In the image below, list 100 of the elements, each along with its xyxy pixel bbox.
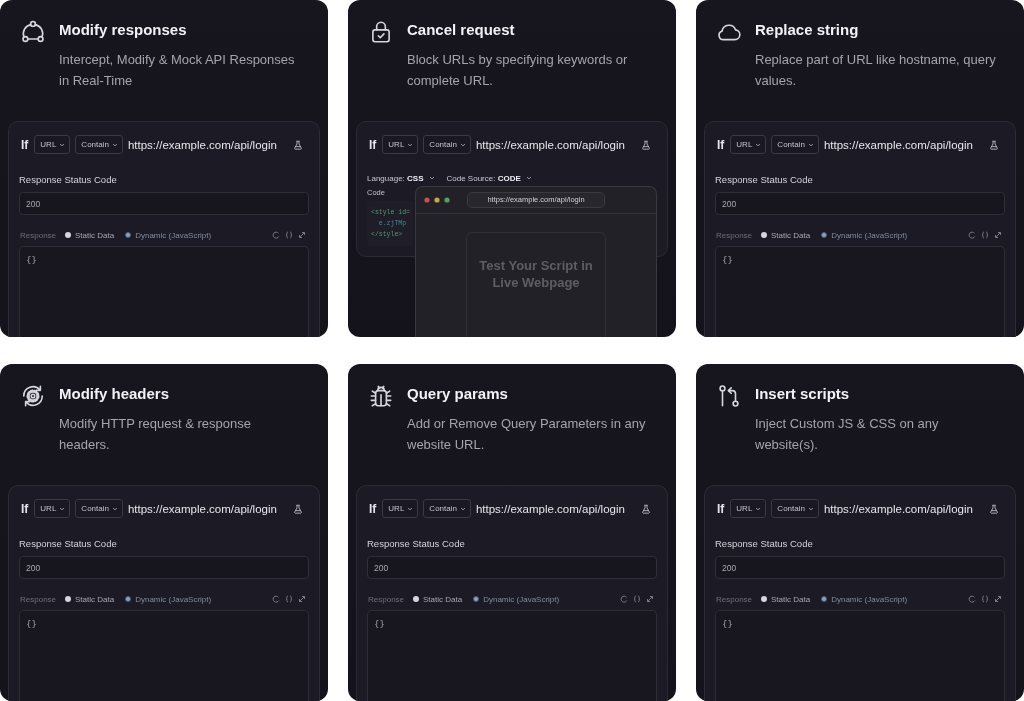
radio-option[interactable]: Static Data	[65, 230, 115, 240]
card-description: Add or Remove Query Parameters in any website URL.	[407, 415, 647, 454]
field-dropdown[interactable]: URL	[34, 135, 71, 154]
braces-icon[interactable]	[285, 595, 293, 603]
flask-icon[interactable]	[293, 503, 303, 514]
response-body-editor[interactable]: {}	[19, 610, 309, 701]
field-dropdown[interactable]: URL	[382, 499, 419, 518]
preview-message: Test Your Script in Live Webpage	[478, 257, 594, 291]
operator-dropdown[interactable]: Contain	[423, 499, 471, 518]
caret-icon	[755, 506, 762, 511]
card-description: Inject Custom JS & CSS on any website(s).	[755, 415, 940, 454]
flask-icon[interactable]	[989, 139, 999, 150]
radio-option[interactable]: Dynamic (JavaScript)	[125, 594, 212, 604]
card-description: Modify HTTP request & response headers.	[59, 415, 252, 454]
response-label: Response	[20, 594, 57, 604]
radio-option[interactable]: Dynamic (JavaScript)	[473, 594, 560, 604]
radio-option[interactable]: Static Data	[413, 594, 463, 604]
radio-option[interactable]: Static Data	[65, 594, 115, 604]
radio-option[interactable]: Dynamic (JavaScript)	[125, 230, 212, 240]
field-label: Response Status Code	[367, 538, 466, 550]
braces-icon[interactable]	[981, 231, 989, 239]
field-label: Response Status Code	[715, 538, 814, 550]
caret-icon	[459, 506, 466, 511]
code-source-dropdown[interactable]: Code Source: CODE	[446, 173, 532, 183]
nodes-circle-icon	[20, 19, 46, 45]
operator-dropdown[interactable]: Contain	[771, 135, 819, 154]
field-dropdown[interactable]: URL	[34, 499, 71, 518]
window-controls-icon	[424, 197, 450, 203]
reload-icon[interactable]	[272, 595, 280, 603]
flask-icon[interactable]	[641, 139, 651, 150]
if-label: If	[717, 137, 725, 152]
expand-icon[interactable]	[994, 231, 1002, 239]
status-code-input[interactable]: 200	[19, 556, 309, 579]
card-title: Cancel request	[407, 20, 515, 40]
url-input[interactable]: https://example.com/api/login	[127, 136, 286, 153]
reload-icon[interactable]	[620, 595, 628, 603]
braces-icon[interactable]	[633, 595, 641, 603]
caret-icon	[59, 142, 66, 147]
field-label: Response Status Code	[19, 538, 118, 550]
status-code-input[interactable]: 200	[715, 192, 1005, 215]
radio-option[interactable]: Dynamic (JavaScript)	[821, 594, 908, 604]
operator-dropdown[interactable]: Contain	[771, 499, 819, 518]
radio-option[interactable]: Static Data	[761, 594, 811, 604]
flask-icon[interactable]	[293, 139, 303, 150]
caret-icon	[407, 506, 414, 511]
operator-dropdown[interactable]: Contain	[75, 135, 123, 154]
url-input[interactable]: https://example.com/api/login	[127, 500, 286, 517]
reload-icon[interactable]	[272, 231, 280, 239]
if-label: If	[21, 501, 29, 516]
gear-arrows-icon	[20, 383, 46, 409]
expand-icon[interactable]	[646, 595, 654, 603]
url-input[interactable]: https://example.com/api/login	[823, 500, 982, 517]
radio-option[interactable]: Static Data	[761, 230, 811, 240]
braces-icon[interactable]	[285, 231, 293, 239]
flask-icon[interactable]	[641, 503, 651, 514]
caret-icon	[407, 142, 414, 147]
field-dropdown[interactable]: URL	[382, 135, 419, 154]
response-body-editor[interactable]: {}	[19, 246, 309, 337]
language-dropdown[interactable]: Language: CSS	[367, 173, 435, 183]
caret-icon	[111, 506, 118, 511]
url-input[interactable]: https://example.com/api/login	[475, 500, 634, 517]
status-code-input[interactable]: 200	[367, 556, 657, 579]
operator-dropdown[interactable]: Contain	[75, 499, 123, 518]
if-label: If	[21, 137, 29, 152]
card-description: Block URLs by specifying keywords or complete URL.	[407, 51, 629, 90]
card-title: Query params	[407, 384, 508, 404]
field-dropdown[interactable]: URL	[730, 135, 767, 154]
response-label: Response	[368, 594, 405, 604]
response-label: Response	[716, 230, 753, 240]
expand-icon[interactable]	[298, 231, 306, 239]
card-description: Replace part of URL like hostname, query values.	[755, 51, 997, 90]
if-label: If	[369, 137, 377, 152]
card-title: Insert scripts	[755, 384, 850, 404]
caret-icon	[459, 142, 466, 147]
flask-icon[interactable]	[989, 503, 999, 514]
branch-arrow-icon	[716, 383, 742, 409]
response-body-editor[interactable]: {}	[367, 610, 657, 701]
card-title: Modify responses	[59, 20, 187, 40]
caret-icon	[807, 142, 814, 147]
expand-icon[interactable]	[994, 595, 1002, 603]
field-label: Response Status Code	[19, 174, 118, 186]
expand-icon[interactable]	[298, 595, 306, 603]
url-input[interactable]: https://example.com/api/login	[823, 136, 982, 153]
card-title: Modify headers	[59, 384, 170, 404]
field-dropdown[interactable]: URL	[730, 499, 767, 518]
if-label: If	[369, 501, 377, 516]
reload-icon[interactable]	[968, 231, 976, 239]
radio-option[interactable]: Dynamic (JavaScript)	[821, 230, 908, 240]
url-input[interactable]: https://example.com/api/login	[475, 136, 634, 153]
operator-dropdown[interactable]: Contain	[423, 135, 471, 154]
response-body-editor[interactable]: {}	[715, 246, 1005, 337]
caret-icon	[111, 142, 118, 147]
caret-icon	[59, 506, 66, 511]
reload-icon[interactable]	[968, 595, 976, 603]
card-description: Intercept, Modify & Mock API Responses in Real-Time	[59, 51, 296, 90]
status-code-input[interactable]: 200	[19, 192, 309, 215]
response-body-editor[interactable]: {}	[715, 610, 1005, 701]
caret-icon	[525, 176, 532, 180]
braces-icon[interactable]	[981, 595, 989, 603]
status-code-input[interactable]: 200	[715, 556, 1005, 579]
